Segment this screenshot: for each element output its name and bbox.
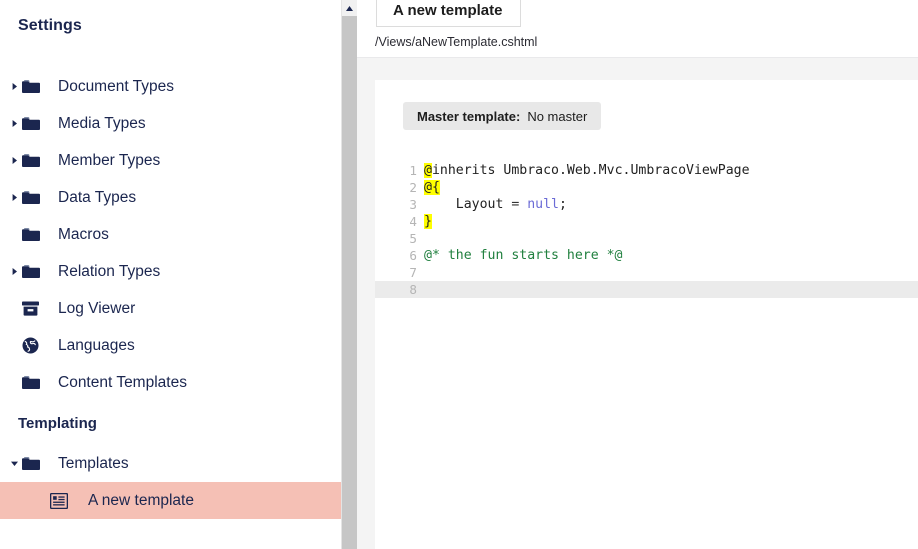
code-line[interactable]: 2 @{ [375, 179, 918, 196]
sidebar-item-label: Templates [58, 454, 129, 472]
sidebar-scrollbar[interactable] [341, 0, 357, 549]
line-number: 8 [409, 282, 417, 297]
sidebar-item-content-templates[interactable]: Content Templates [0, 364, 341, 401]
folder-icon [22, 116, 48, 131]
sidebar-item-log-viewer[interactable]: Log Viewer [0, 290, 341, 327]
app-root: Settings Document Types Media Types Member… [0, 0, 918, 549]
sidebar-item-label: Member Types [58, 151, 161, 169]
line-number: 1 [409, 163, 417, 178]
line-number: 3 [409, 197, 417, 212]
line-number: 7 [409, 265, 417, 280]
article-icon [50, 492, 76, 509]
globe-icon [22, 337, 48, 354]
line-number: 6 [409, 248, 417, 263]
code-text: @* the fun starts here *@ [424, 248, 623, 263]
code-text: @inherits Umbraco.Web.Mvc.UmbracoViewPag… [424, 163, 750, 178]
sidebar-item-label: Log Viewer [58, 299, 136, 317]
line-number: 2 [409, 180, 417, 195]
main-content: A new template /Views/aNewTemplate.cshtm… [357, 0, 918, 549]
line-number: 4 [409, 214, 417, 229]
folder-icon [22, 264, 48, 279]
folder-open-icon [22, 456, 48, 471]
settings-tree: Document Types Media Types Member Types Dat… [0, 68, 341, 519]
master-template-value: No master [527, 108, 588, 124]
sidebar-item-templates[interactable]: Templates [0, 445, 341, 482]
code-text: } [424, 214, 432, 229]
sidebar-item-macros[interactable]: Macros [0, 216, 341, 253]
archive-icon [22, 301, 48, 316]
sidebar-item-label: Relation Types [58, 262, 161, 280]
sidebar-item-label: A new template [88, 491, 194, 509]
code-line[interactable]: 5 [375, 230, 918, 247]
master-template-selector[interactable]: Master template: No master [403, 102, 602, 130]
chevron-right-icon[interactable] [6, 193, 22, 202]
chevron-right-icon[interactable] [6, 267, 22, 276]
code-line[interactable]: 6 @* the fun starts here *@ [375, 247, 918, 264]
sidebar-section-heading: Templating [18, 414, 97, 432]
code-line[interactable]: 8 [375, 281, 918, 298]
editor-card: Master template: No master 1 @inherits Um… [375, 80, 918, 549]
sidebar-item-data-types[interactable]: Data Types [0, 179, 341, 216]
code-line[interactable]: 4} [375, 213, 918, 230]
sidebar-item-label: Document Types [58, 77, 175, 95]
sidebar-item-member-types[interactable]: Member Types [0, 142, 341, 179]
sidebar-item-a-new-template[interactable]: A new template [0, 482, 341, 519]
template-title-tab[interactable]: A new template [376, 0, 522, 27]
folder-icon [22, 153, 48, 168]
sidebar-item-label: Data Types [58, 188, 137, 206]
code-text: Layout = null; [424, 197, 567, 212]
folder-icon [22, 190, 48, 205]
file-path: /Views/aNewTemplate.cshtml [375, 35, 538, 49]
main-header: A new template /Views/aNewTemplate.cshtm… [357, 0, 918, 58]
sidebar-item-label: Macros [58, 225, 109, 243]
sidebar-item-document-types[interactable]: Document Types [0, 68, 341, 105]
sidebar-item-media-types[interactable]: Media Types [0, 105, 341, 142]
folder-icon [22, 79, 48, 94]
code-editor[interactable]: 1 @inherits Umbraco.Web.Mvc.UmbracoViewPa… [375, 162, 918, 298]
chevron-right-icon[interactable] [6, 82, 22, 91]
page-title: A new template [393, 1, 503, 19]
folder-icon [22, 227, 48, 242]
code-line[interactable]: 1 @inherits Umbraco.Web.Mvc.UmbracoViewPa… [375, 162, 918, 179]
line-number: 5 [409, 231, 417, 246]
sidebar-item-label: Content Templates [58, 373, 187, 391]
sidebar-item-label: Media Types [58, 114, 146, 132]
code-text: @{ [424, 180, 440, 195]
chevron-right-icon[interactable] [6, 119, 22, 128]
scrollbar-thumb[interactable] [342, 16, 357, 549]
chevron-right-icon[interactable] [6, 156, 22, 165]
sidebar-item-relation-types[interactable]: Relation Types [0, 253, 341, 290]
chevron-down-icon[interactable] [6, 459, 22, 468]
code-line[interactable]: 7 [375, 264, 918, 281]
sidebar-title: Settings [18, 17, 82, 34]
folder-icon [22, 375, 48, 390]
sidebar-item-languages[interactable]: Languages [0, 327, 341, 364]
settings-sidebar: Settings Document Types Media Types Member… [0, 0, 341, 549]
sidebar-item-label: Languages [58, 336, 135, 354]
chevron-up-icon[interactable] [342, 0, 357, 16]
code-line[interactable]: 3 Layout = null; [375, 196, 918, 213]
master-template-label: Master template: [417, 108, 521, 124]
